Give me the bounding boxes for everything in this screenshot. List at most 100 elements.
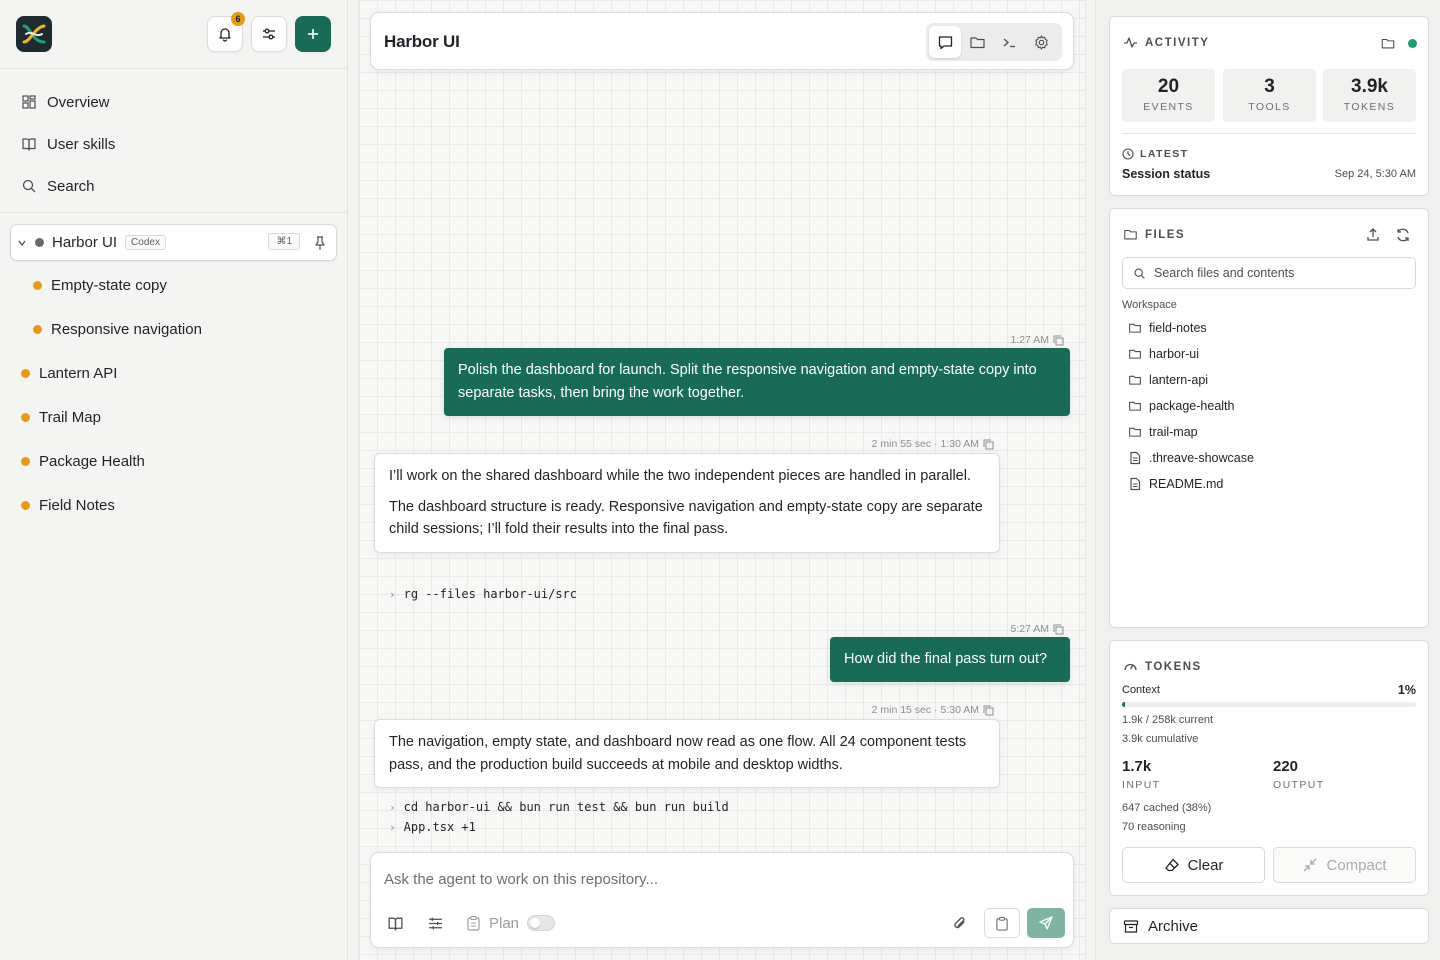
app-logo[interactable]	[16, 16, 52, 52]
sidebar-header: 6	[0, 0, 347, 69]
agent-message-paragraph: The navigation, empty state, and dashboa…	[389, 734, 967, 773]
plan-mode-label: Plan	[489, 915, 520, 932]
child-session-empty-state-copy[interactable]: Empty-state copy	[33, 277, 167, 294]
file-tree-folder[interactable]: harbor-ui	[1128, 347, 1199, 361]
file-icon	[1130, 451, 1141, 465]
file-tree-label: harbor-ui	[1149, 347, 1200, 361]
tab-chat[interactable]	[929, 26, 961, 58]
tool-call-row[interactable]: › App.tsx +1	[389, 820, 476, 834]
attach-button[interactable]	[952, 915, 969, 932]
file-tree-file[interactable]: README.md	[1128, 477, 1223, 491]
activity-header: ACTIVITY	[1123, 35, 1209, 50]
context-label: Context	[1122, 684, 1160, 696]
sidebar-nav: Overview User skills Search	[0, 69, 347, 213]
clipboard-icon	[467, 915, 480, 931]
project-harbor-ui[interactable]: Harbor UI Codex ⌘1	[10, 224, 337, 261]
session-lantern-api[interactable]: Lantern API	[21, 365, 117, 382]
nav-item-search[interactable]: Search	[0, 165, 347, 207]
notifications-button[interactable]: 6	[207, 12, 245, 52]
session-package-health[interactable]: Package Health	[21, 453, 145, 470]
session-status-dot	[21, 369, 30, 378]
paperclip-icon	[954, 917, 965, 929]
send-button[interactable]	[1027, 908, 1065, 938]
file-tree-file[interactable]: .threave-showcase	[1128, 451, 1254, 465]
message-timestamp: 2 min 15 sec · 5:30 AM	[871, 704, 979, 716]
archive-label: Archive	[1148, 917, 1199, 935]
skills-button[interactable]	[387, 915, 404, 932]
plan-mode-toggle[interactable]	[527, 915, 555, 931]
input-label: INPUT	[1122, 779, 1161, 791]
file-tree-folder[interactable]: package-health	[1128, 399, 1234, 413]
composer: Plan	[370, 852, 1074, 948]
session-label: Empty-state copy	[51, 277, 167, 294]
clear-button[interactable]: Clear	[1122, 847, 1265, 883]
tab-settings[interactable]	[1025, 26, 1057, 58]
tool-call-row[interactable]: › rg --files harbor-ui/src	[389, 587, 577, 601]
nav-item-overview[interactable]: Overview	[0, 81, 347, 123]
stat-tokens: 3.9k TOKENS	[1323, 69, 1416, 122]
file-tree-label: .threave-showcase	[1149, 451, 1254, 465]
chevron-down-icon[interactable]	[17, 238, 27, 248]
tab-files[interactable]	[961, 26, 993, 58]
context-current: 1.9k / 258k current	[1122, 714, 1214, 726]
tokens-title: TOKENS	[1145, 660, 1202, 673]
file-tree-folder[interactable]: field-notes	[1128, 321, 1207, 335]
files-search	[1122, 257, 1416, 289]
clipboard-button[interactable]	[984, 908, 1020, 938]
stat-label: TOKENS	[1343, 101, 1396, 113]
files-search-input[interactable]	[1154, 266, 1404, 280]
compact-button[interactable]: Compact	[1273, 847, 1416, 883]
archive-button[interactable]: Archive	[1109, 908, 1429, 944]
agent-message: The navigation, empty state, and dashboa…	[374, 719, 1000, 788]
folder-icon	[1124, 230, 1137, 240]
upload-icon[interactable]	[1365, 227, 1381, 243]
logo-icon	[22, 24, 46, 44]
file-tree-label: lantern-api	[1149, 373, 1209, 387]
session-field-notes[interactable]: Field Notes	[21, 497, 115, 514]
folder-icon	[1129, 401, 1141, 411]
nav-item-user-skills[interactable]: User skills	[0, 123, 347, 165]
book-icon	[22, 138, 36, 151]
settings-sliders-button[interactable]	[251, 16, 287, 52]
session-status-dot	[33, 281, 42, 290]
compact-label: Compact	[1326, 856, 1387, 874]
view-switcher	[926, 23, 1062, 61]
agent-message-paragraph: The dashboard structure is ready. Respon…	[389, 498, 983, 538]
files-header: FILES	[1123, 227, 1185, 242]
copy-icon[interactable]	[983, 705, 994, 716]
latest-item: Session status	[1122, 167, 1211, 181]
new-session-button[interactable]	[295, 16, 331, 52]
pin-icon[interactable]	[313, 235, 327, 251]
file-tree-folder[interactable]: lantern-api	[1128, 373, 1208, 387]
gear-icon	[1034, 34, 1048, 50]
latest-header: LATEST	[1122, 148, 1188, 160]
tab-terminal[interactable]	[993, 26, 1025, 58]
clipboard-icon	[996, 916, 1008, 931]
stat-tools: 3 TOOLS	[1223, 69, 1316, 122]
copy-icon[interactable]	[1053, 624, 1064, 635]
pulse-icon	[1124, 37, 1137, 48]
options-button[interactable]	[427, 915, 444, 932]
folder-icon[interactable]	[1380, 36, 1396, 51]
file-tree-folder[interactable]: trail-map	[1128, 425, 1198, 439]
stat-events: 20 EVENTS	[1122, 69, 1215, 122]
clock-icon	[1122, 148, 1134, 160]
session-trail-map[interactable]: Trail Map	[21, 409, 101, 426]
session-status-dot	[21, 413, 30, 422]
message-meta: 2 min 55 sec · 1:30 AM	[872, 438, 994, 450]
composer-input[interactable]	[384, 871, 1044, 888]
plan-clipboard-icon-wrap	[466, 915, 481, 931]
eraser-icon	[1164, 858, 1179, 872]
refresh-icon[interactable]	[1395, 227, 1411, 243]
gauge-icon	[1124, 663, 1137, 671]
tool-call-row[interactable]: › cd harbor-ui && bun run test && bun ru…	[389, 800, 729, 814]
minimize-icon	[1304, 858, 1317, 872]
project-status-dot	[35, 238, 44, 247]
tool-call-command: App.tsx +1	[403, 820, 476, 834]
context-progress-fill	[1122, 702, 1125, 707]
copy-icon[interactable]	[1053, 335, 1064, 346]
child-session-responsive-navigation[interactable]: Responsive navigation	[33, 321, 202, 338]
tokens-header: TOKENS	[1123, 659, 1202, 674]
copy-icon[interactable]	[983, 439, 994, 450]
folder-icon	[1129, 349, 1141, 359]
